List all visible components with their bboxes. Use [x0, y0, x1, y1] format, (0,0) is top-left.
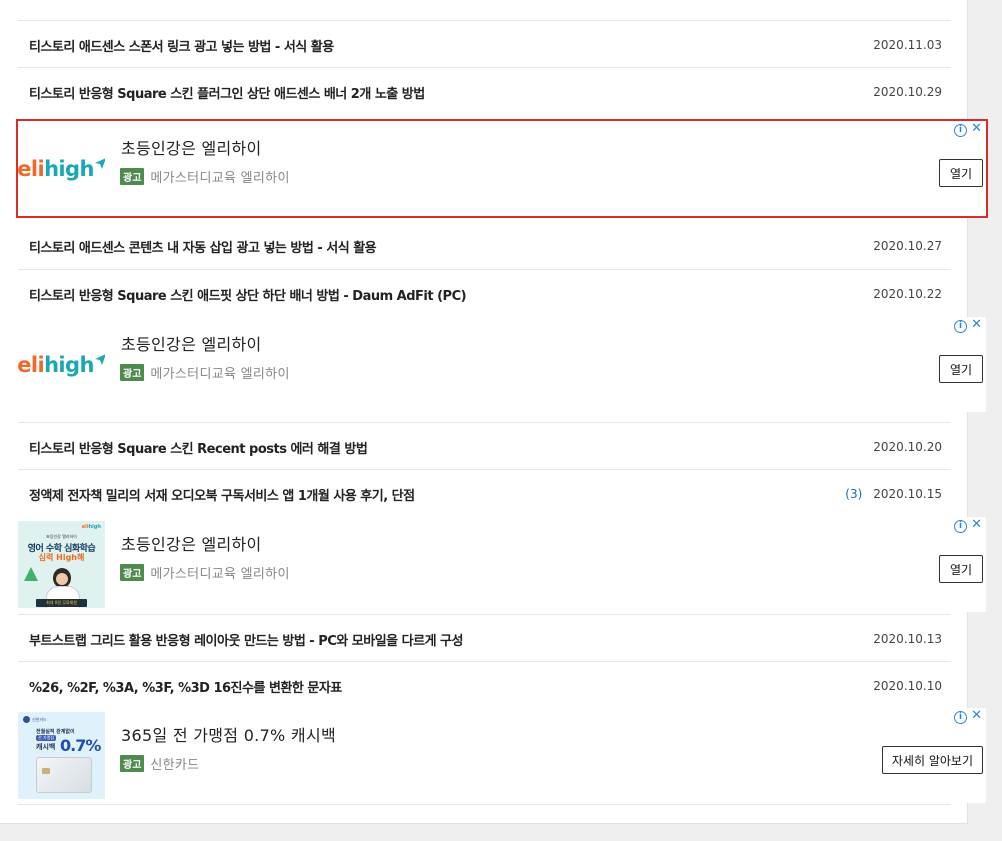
post-item[interactable]: 티스토리 애드센스 스폰서 링크 광고 넣는 방법 - 서식 활용 2020.1… [18, 22, 942, 68]
divider [18, 804, 951, 805]
ad-advertiser[interactable]: 메가스터디교육 엘리하이 [150, 363, 289, 382]
creative-text: 전 가맹점 [36, 735, 56, 741]
post-item[interactable]: 티스토리 반응형 Square 스킨 플러그인 상단 애드센스 배너 2개 노출… [18, 69, 942, 115]
info-icon[interactable]: i [954, 320, 967, 333]
close-icon[interactable]: ✕ [971, 518, 982, 532]
post-title[interactable]: 티스토리 반응형 Square 스킨 플러그인 상단 애드센스 배너 2개 노출… [18, 83, 873, 102]
creative-text: 심력 High해 [38, 553, 85, 562]
ad-badge: 광고 [120, 168, 145, 185]
sponsored-ad[interactable]: 신한카드 전월실적 관계없이 전 가맹점 캐시백 0.7% 365일 전 가맹점… [18, 708, 986, 803]
paper-plane-icon [94, 354, 105, 365]
post-item[interactable]: 티스토리 애드센스 콘텐츠 내 자동 삽입 광고 넣는 방법 - 서식 활용 2… [18, 223, 942, 269]
post-date: 2020.10.13 [873, 632, 942, 646]
divider [18, 20, 951, 21]
post-title[interactable]: 티스토리 반응형 Square 스킨 Recent posts 에러 해결 방법 [18, 438, 873, 457]
ad-badge: 광고 [120, 755, 145, 772]
ad-advertiser[interactable]: 메가스터디교육 엘리하이 [150, 563, 289, 582]
post-date: 2020.10.15 [873, 487, 942, 501]
shinhan-logo-icon [23, 716, 30, 723]
credit-card-image [36, 757, 92, 793]
close-icon[interactable]: ✕ [971, 318, 982, 332]
post-title[interactable]: 정액제 전자책 밀리의 서재 오디오북 구독서비스 앱 1개월 사용 후기, 단… [18, 485, 845, 504]
ad-logo[interactable]: eli high [18, 125, 105, 212]
ad-creative-image[interactable]: 신한카드 전월실적 관계없이 전 가맹점 캐시백 0.7% [18, 712, 105, 799]
post-item[interactable]: 티스토리 반응형 Square 스킨 Recent posts 에러 해결 방법… [18, 424, 942, 470]
post-title[interactable]: %26, %2F, %3A, %3F, %3D 16진수를 변환한 문자표 [18, 677, 873, 696]
ad-advertiser[interactable]: 메가스터디교육 엘리하이 [150, 167, 289, 186]
post-item[interactable]: 티스토리 반응형 Square 스킨 애드핏 상단 하단 배너 방법 - Dau… [18, 271, 942, 317]
post-date: 2020.11.03 [873, 38, 942, 52]
creative-text: 초등인강 엘리하이 [46, 534, 77, 539]
post-item[interactable]: %26, %2F, %3A, %3F, %3D 16진수를 변환한 문자표 20… [18, 663, 942, 709]
paper-plane-icon [94, 158, 105, 169]
tree-shape [24, 567, 38, 581]
post-title[interactable]: 부트스트랩 그리드 활용 반응형 레이아웃 만드는 방법 - PC와 모바일을 … [18, 630, 873, 649]
logo-text-orange: eli [18, 156, 45, 181]
open-button[interactable]: 열기 [939, 355, 983, 383]
open-button[interactable]: 열기 [939, 555, 983, 583]
divider [18, 661, 951, 662]
divider [18, 469, 951, 470]
info-icon[interactable]: i [954, 124, 967, 137]
sponsored-ad[interactable]: eli high 초등인강은 엘리하이 광고 메가스터디교육 엘리하이 i ✕ 열… [18, 317, 986, 412]
divider [18, 614, 951, 615]
ad-logo[interactable]: eli high [18, 321, 105, 408]
info-icon[interactable]: i [954, 520, 967, 533]
creative-text: 0.7% [60, 736, 101, 755]
brand-logo: elihigh [81, 524, 101, 530]
divider [18, 269, 951, 270]
divider [18, 422, 951, 423]
post-date: 2020.10.27 [873, 239, 942, 253]
ad-headline[interactable]: 초등인강은 엘리하이 [121, 135, 262, 159]
post-item[interactable]: 부트스트랩 그리드 활용 반응형 레이아웃 만드는 방법 - PC와 모바일을 … [18, 616, 942, 662]
ad-badge: 광고 [120, 564, 145, 581]
ad-headline[interactable]: 초등인강은 엘리하이 [121, 331, 262, 355]
ad-headline[interactable]: 365일 전 가맹점 0.7% 캐시백 [121, 722, 336, 746]
post-list-panel: 티스토리 애드센스 스폰서 링크 광고 넣는 방법 - 서식 활용 2020.1… [0, 0, 988, 824]
divider [18, 67, 951, 68]
close-icon[interactable]: ✕ [971, 122, 982, 136]
close-icon[interactable]: ✕ [971, 709, 982, 723]
sponsored-ad[interactable]: eli high 초등인강은 엘리하이 광고 메가스터디교육 엘리하이 i ✕ 열… [16, 119, 988, 218]
post-date: 2020.10.22 [873, 287, 942, 301]
open-button[interactable]: 열기 [939, 159, 983, 187]
post-item[interactable]: 정액제 전자책 밀리의 서재 오디오북 구독서비스 앱 1개월 사용 후기, 단… [18, 471, 942, 517]
card-chip-icon [42, 768, 50, 774]
ad-creative-image[interactable]: elihigh 초등인강 엘리하이 영어 수학 심화학습 심력 High해 최대… [18, 521, 105, 608]
ad-advertiser[interactable]: 신한카드 [150, 754, 199, 773]
ad-badge: 광고 [120, 364, 145, 381]
post-date: 2020.10.29 [873, 85, 942, 99]
sponsored-ad[interactable]: elihigh 초등인강 엘리하이 영어 수학 심화학습 심력 High해 최대… [18, 517, 986, 612]
learn-more-button[interactable]: 자세히 알아보기 [881, 746, 983, 774]
logo-text-teal: high [44, 156, 94, 181]
ad-headline[interactable]: 초등인강은 엘리하이 [121, 531, 262, 555]
creative-text: 최대 0원 무료체험 [36, 599, 87, 607]
post-title[interactable]: 티스토리 애드센스 콘텐츠 내 자동 삽입 광고 넣는 방법 - 서식 활용 [18, 237, 873, 256]
post-title[interactable]: 티스토리 반응형 Square 스킨 애드핏 상단 하단 배너 방법 - Dau… [18, 285, 873, 304]
creative-text: 캐시백 [36, 743, 56, 751]
post-date: 2020.10.10 [873, 679, 942, 693]
creative-text: 전월실적 관계없이 [36, 729, 75, 735]
post-date: 2020.10.20 [873, 440, 942, 454]
creative-text: 신한카드 [32, 717, 47, 722]
info-icon[interactable]: i [954, 711, 967, 724]
logo-text-orange: eli [18, 352, 45, 377]
comment-count[interactable]: (3) [845, 487, 862, 501]
post-title[interactable]: 티스토리 애드센스 스폰서 링크 광고 넣는 방법 - 서식 활용 [18, 36, 873, 55]
logo-text-teal: high [44, 352, 94, 377]
